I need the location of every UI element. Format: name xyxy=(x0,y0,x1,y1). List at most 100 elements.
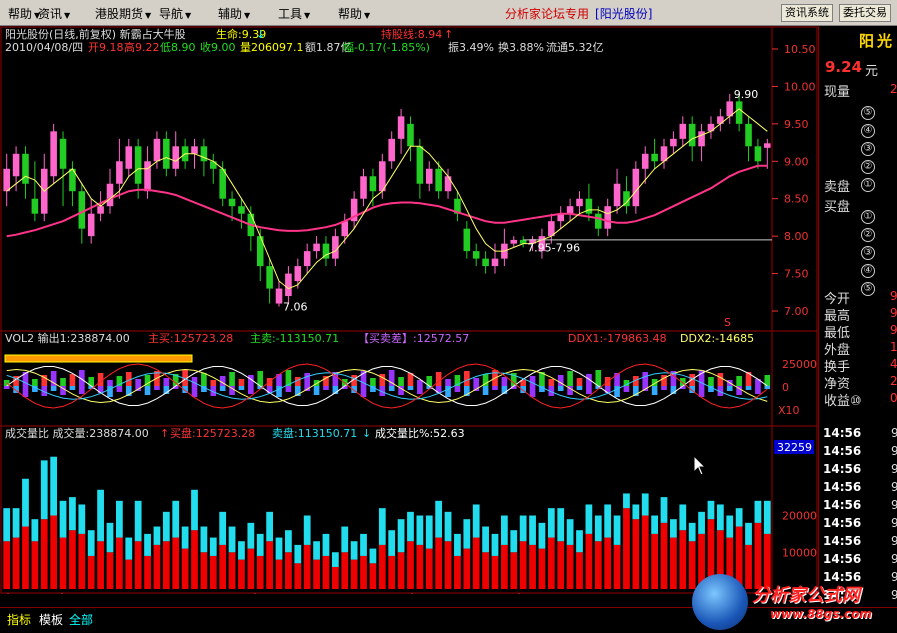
vol-buy-bar xyxy=(228,552,236,589)
volratio-buy: 买盘:125723.28 xyxy=(170,426,255,440)
vol-buy-bar xyxy=(651,533,659,589)
menu-item-4[interactable]: 辅助 ▼ xyxy=(218,5,250,22)
stat-value: 14. xyxy=(890,340,897,354)
tick-value: 9 xyxy=(891,552,897,566)
vol-buy-bar xyxy=(331,566,339,589)
sell-level-5: ⑤ xyxy=(861,106,875,120)
vol2-neg-bar xyxy=(764,386,771,389)
vol-sell-bar xyxy=(679,504,687,531)
vol-buy-bar xyxy=(425,548,433,589)
candle-body xyxy=(388,138,395,162)
stock-title: 阳光股份(日线,前复权) 新霸占大牛股 xyxy=(5,27,186,41)
vol2-bar xyxy=(135,379,141,386)
vol-sell-bar xyxy=(566,519,574,545)
current-volume-value: 2 xyxy=(890,82,897,96)
vol-sell-bar xyxy=(529,515,536,545)
vol2-neg-bar xyxy=(454,386,461,392)
candle-body xyxy=(285,273,292,297)
vol-sell-bar xyxy=(632,504,640,520)
vol2-neg-bar xyxy=(388,386,395,391)
candle-body xyxy=(679,123,687,139)
menu-item-1[interactable]: 资讯 ▼ xyxy=(38,5,70,22)
tick-value: 9 xyxy=(891,444,897,458)
vol2-neg-bar xyxy=(755,386,761,394)
vol-sell-bar xyxy=(69,497,76,531)
vol-sell-bar xyxy=(500,515,508,545)
vol-sell-bar xyxy=(294,544,302,564)
candle-body xyxy=(463,228,471,252)
vol-buy-bar xyxy=(632,519,640,589)
trade-button[interactable]: 委托交易 xyxy=(839,4,891,22)
chart-frame xyxy=(0,26,818,594)
candle-body xyxy=(651,153,658,162)
vol-buy-bar xyxy=(285,552,292,589)
sidebar-unit: 元 xyxy=(865,64,879,79)
candle-body xyxy=(303,251,311,267)
candle-body xyxy=(632,168,640,207)
vol-sell-bar xyxy=(547,508,555,538)
buy-level-2: ② xyxy=(861,228,875,242)
vol-buy-bar xyxy=(378,544,386,589)
tick-time: 14:56 xyxy=(823,444,862,458)
vol-sell-bar xyxy=(397,519,405,553)
price-annotation: 7.95-7.96 xyxy=(527,241,580,254)
vol-sell-bar xyxy=(162,511,170,542)
candle-body xyxy=(369,176,377,192)
buy-level-1: ① xyxy=(861,210,875,224)
candle-body xyxy=(294,266,302,282)
price-tick-label: 7.00 xyxy=(784,305,809,318)
vol2-main-sell: 主卖:-113150.71 xyxy=(250,332,339,345)
vol-buy-bar xyxy=(22,526,29,589)
vol2-neg-bar xyxy=(313,386,320,395)
vol2-neg-bar xyxy=(482,386,489,395)
vol2-tick-label: 0 xyxy=(782,381,789,394)
candle-body xyxy=(670,138,677,147)
tick-value: 9 xyxy=(891,498,897,512)
candle-body xyxy=(106,183,114,207)
vol-sell-bar xyxy=(482,526,489,553)
candle-body xyxy=(735,101,743,124)
vol-buy-bar xyxy=(500,544,508,589)
menu-item-3[interactable]: 导航 ▼ xyxy=(159,5,191,22)
tick-time: 14:56 xyxy=(823,516,862,530)
banner-text: 分析家论坛专用 xyxy=(505,7,590,21)
vol-sell-bar xyxy=(238,541,245,560)
vol-sell-bar xyxy=(247,522,255,549)
vol2-ddx1: DDX1:-179863.48 xyxy=(568,332,667,345)
vol-buy-bar xyxy=(350,559,358,589)
vol2-main-buy: 主买:125723.28 xyxy=(148,332,233,345)
news-system-button[interactable]: 资讯系统 xyxy=(781,4,833,22)
tab-template[interactable]: 模板 xyxy=(36,611,66,628)
vol-buy-bar xyxy=(594,541,602,589)
candle-body xyxy=(754,146,762,162)
vol2-neg-bar xyxy=(248,386,254,394)
tab-indicator[interactable]: 指标 xyxy=(4,611,34,628)
vol-buy-bar xyxy=(341,552,349,589)
menu-item-6[interactable]: 帮助 ▼ xyxy=(338,5,370,22)
vol-buy-bar xyxy=(360,555,367,589)
stat-value: 9 xyxy=(890,306,897,320)
brand-watermark: 分析家公式网 www.88gs.com xyxy=(692,574,897,633)
vol-buy-bar xyxy=(162,541,170,589)
menu-item-2[interactable]: 港股期货 ▼ xyxy=(95,5,151,22)
candle-body xyxy=(97,206,104,214)
candle-body xyxy=(688,123,696,147)
chevron-down-icon: ▼ xyxy=(145,11,152,20)
vol-sell-bar xyxy=(22,478,29,527)
candle-body xyxy=(116,161,123,184)
chart-area[interactable]: 阳光股份(日线,前复权) 新霸占大牛股 生命:9.39↓ 持股线:8.94 ↑2010… xyxy=(0,26,818,594)
vol2-bar xyxy=(576,378,583,386)
menu-item-5[interactable]: 工具 ▼ xyxy=(278,5,310,22)
vol-buy-bar xyxy=(660,522,668,589)
vol-sell-bar xyxy=(256,533,264,556)
brand-name: 分析家公式网 xyxy=(752,585,860,606)
vol2-bar xyxy=(107,380,113,386)
vol-sell-bar xyxy=(303,515,311,545)
vol-sell-bar xyxy=(97,489,104,542)
tab-all[interactable]: 全部 xyxy=(66,611,96,628)
menu-item-0[interactable]: 帮助 ▼ xyxy=(8,5,40,22)
vol-buy-bar xyxy=(40,519,48,589)
vol-sell-bar xyxy=(378,508,386,545)
vol2-diff: 【买卖差】:12572.57 xyxy=(358,331,469,345)
vol2-bar xyxy=(464,371,470,386)
